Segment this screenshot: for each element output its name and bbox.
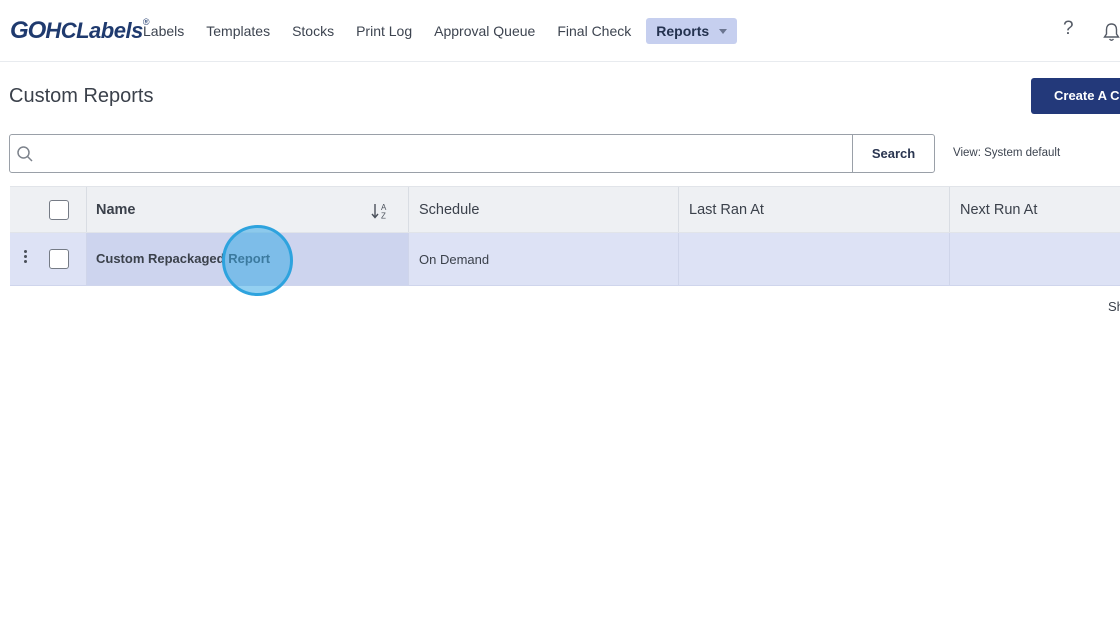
bell-icon[interactable] bbox=[1103, 22, 1120, 42]
row-actions-kebab-icon[interactable] bbox=[22, 250, 28, 270]
column-divider bbox=[949, 187, 950, 232]
reports-table: Name A Z Schedule Last Ran At Next Run A… bbox=[10, 186, 1120, 287]
column-header-schedule[interactable]: Schedule bbox=[419, 202, 479, 218]
pagination-summary: Sh bbox=[1108, 299, 1120, 314]
column-divider bbox=[408, 187, 409, 232]
svg-text:Z: Z bbox=[381, 212, 386, 221]
page-title: Custom Reports bbox=[9, 85, 154, 107]
select-all-checkbox[interactable] bbox=[49, 200, 69, 220]
nav-item-reports-label: Reports bbox=[656, 23, 710, 39]
question-icon[interactable]: ? bbox=[1063, 18, 1074, 40]
column-divider bbox=[408, 233, 409, 285]
nav-item-stocks[interactable]: Stocks bbox=[281, 18, 345, 44]
column-header-next-run-at[interactable]: Next Run At bbox=[960, 202, 1037, 218]
click-indicator bbox=[222, 225, 293, 296]
app-logo[interactable]: GO HCLabels ® bbox=[10, 16, 149, 46]
logo-mark: GO bbox=[10, 17, 46, 44]
report-schedule: On Demand bbox=[419, 252, 490, 267]
search-bar: Search bbox=[9, 134, 935, 173]
search-icon bbox=[17, 146, 33, 162]
nav-item-reports[interactable]: Reports bbox=[646, 18, 738, 44]
main-nav: Labels Templates Stocks Print Log Approv… bbox=[132, 18, 738, 44]
top-navbar: GO HCLabels ® Labels Templates Stocks Pr… bbox=[0, 0, 1120, 62]
create-report-button[interactable]: Create A Cu bbox=[1031, 78, 1120, 114]
nav-item-print-log[interactable]: Print Log bbox=[345, 18, 423, 44]
column-divider bbox=[949, 233, 950, 285]
sort-ascending-icon[interactable]: A Z bbox=[370, 201, 390, 221]
column-divider bbox=[678, 187, 679, 232]
nav-item-approval-queue[interactable]: Approval Queue bbox=[423, 18, 546, 44]
column-divider bbox=[86, 233, 87, 285]
nav-item-labels[interactable]: Labels bbox=[132, 18, 195, 44]
table-header-row: Name A Z Schedule Last Ran At Next Run A… bbox=[10, 186, 1120, 233]
column-header-last-ran-at[interactable]: Last Ran At bbox=[689, 202, 764, 218]
chevron-down-icon bbox=[719, 28, 728, 34]
column-header-name[interactable]: Name bbox=[96, 202, 136, 218]
search-button[interactable]: Search bbox=[852, 135, 934, 172]
row-checkbox[interactable] bbox=[49, 249, 69, 269]
column-divider bbox=[86, 187, 87, 232]
nav-item-final-check[interactable]: Final Check bbox=[546, 18, 642, 44]
logo-text: HCLabels bbox=[45, 18, 143, 43]
view-selector[interactable]: View: System default bbox=[953, 147, 1060, 159]
table-row[interactable]: Custom Repackaged Report On Demand bbox=[10, 233, 1120, 286]
nav-item-templates[interactable]: Templates bbox=[195, 18, 281, 44]
search-input[interactable] bbox=[40, 135, 852, 172]
column-divider bbox=[678, 233, 679, 285]
